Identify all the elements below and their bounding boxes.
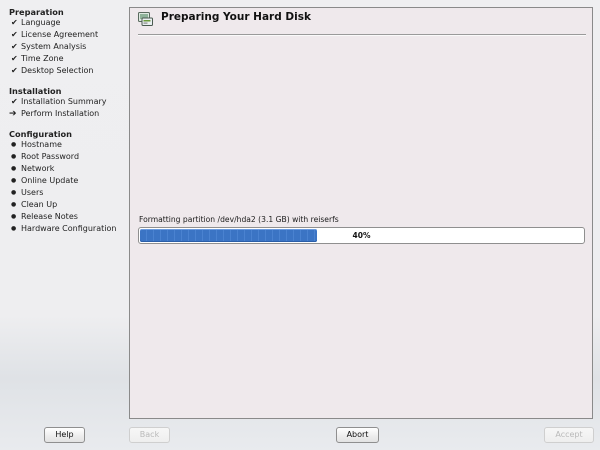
installation-steps-sidebar: Preparation ✔ Language ✔ License Agreement… [0, 0, 128, 420]
bullet-icon: ● [11, 213, 17, 220]
bullet-icon: ● [11, 189, 17, 196]
check-icon: ✔ [11, 42, 18, 51]
step-root-password: ● Root Password [11, 152, 80, 161]
step-online-update: ● Online Update [11, 176, 79, 185]
step-users: ● Users [11, 188, 44, 197]
step-release-notes: ● Release Notes [11, 212, 78, 221]
step-clean-up: ● Clean Up [11, 200, 58, 209]
bullet-icon: ● [11, 165, 17, 172]
bullet-icon: ● [11, 225, 17, 232]
check-icon: ✔ [11, 97, 18, 106]
step-license-agreement: ✔ License Agreement [11, 30, 99, 39]
check-icon: ✔ [11, 66, 18, 75]
dialog-title: Preparing Your Hard Disk [161, 11, 311, 23]
check-icon: ✔ [11, 18, 18, 27]
section-title-configuration: Configuration [9, 129, 72, 139]
bullet-icon: ● [11, 201, 17, 208]
section-title-preparation: Preparation [9, 7, 64, 17]
main-content-panel: Preparing Your Hard Disk Formatting part… [129, 7, 593, 419]
bullet-icon: ● [11, 141, 17, 148]
progress-percent-label: 40% [352, 231, 371, 240]
step-installation-summary: ✔ Installation Summary [11, 97, 107, 106]
step-perform-installation: ➔ Perform Installation [9, 109, 100, 119]
back-button[interactable]: Back [129, 427, 170, 443]
help-button[interactable]: Help [44, 427, 85, 443]
abort-button[interactable]: Abort [336, 427, 379, 443]
check-icon: ✔ [11, 30, 18, 39]
step-hardware-configuration: ● Hardware Configuration [11, 224, 117, 233]
hard-disk-icon [138, 12, 153, 26]
progress-status-text: Formatting partition /dev/hda2 (3.1 GB) … [139, 215, 339, 224]
section-title-installation: Installation [9, 86, 62, 96]
bullet-icon: ● [11, 177, 17, 184]
accept-button[interactable]: Accept [544, 427, 594, 443]
bullet-icon: ● [11, 153, 17, 160]
step-hostname: ● Hostname [11, 140, 62, 149]
step-time-zone: ✔ Time Zone [11, 54, 64, 63]
arrow-right-icon: ➔ [9, 109, 17, 119]
step-language: ✔ Language [11, 18, 61, 27]
step-system-analysis: ✔ System Analysis [11, 42, 87, 51]
installation-progress-bar: 40% [138, 227, 585, 244]
check-icon: ✔ [11, 54, 18, 63]
step-network: ● Network [11, 164, 55, 173]
step-desktop-selection: ✔ Desktop Selection [11, 66, 94, 75]
title-divider [138, 34, 586, 36]
